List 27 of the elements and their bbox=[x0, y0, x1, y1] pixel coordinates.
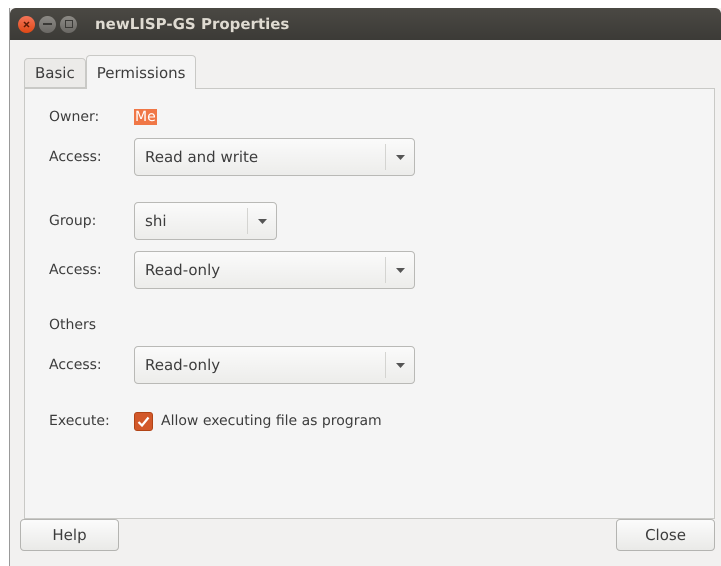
dialog-button[interactable]: Close bbox=[616, 519, 715, 551]
dropdown[interactable]: shi bbox=[134, 202, 277, 240]
checkbox[interactable] bbox=[134, 412, 153, 430]
caret-icon bbox=[396, 154, 404, 160]
caret-icon bbox=[396, 362, 404, 368]
checkmark-icon bbox=[137, 416, 150, 426]
field-label: Execute: bbox=[49, 413, 111, 429]
caret-icon bbox=[258, 218, 266, 224]
tab[interactable]: Basic bbox=[24, 58, 86, 88]
close-icon[interactable] bbox=[18, 16, 35, 32]
dialog-button[interactable]: Help bbox=[20, 519, 119, 551]
window-title: newLISP-GS Properties bbox=[95, 15, 290, 33]
field-label: Access: bbox=[49, 357, 103, 373]
field-label: Group: bbox=[49, 213, 98, 229]
owner-value: Me bbox=[134, 109, 157, 125]
dropdown[interactable]: Read and write bbox=[134, 138, 415, 176]
field-label: Access: bbox=[49, 149, 103, 165]
maximize-icon[interactable] bbox=[60, 16, 77, 32]
caret-icon bbox=[396, 268, 404, 272]
section-heading: Others bbox=[49, 317, 96, 333]
minimize-icon[interactable] bbox=[39, 16, 56, 32]
checkbox-label[interactable]: Allow executing file as program bbox=[161, 413, 382, 429]
dropdown[interactable]: Read-only bbox=[134, 251, 415, 289]
tab[interactable]: Permissions bbox=[86, 55, 196, 89]
field-label: Access: bbox=[49, 262, 103, 278]
dropdown[interactable]: Read-only bbox=[134, 346, 415, 384]
field-label: Owner: bbox=[49, 109, 100, 125]
